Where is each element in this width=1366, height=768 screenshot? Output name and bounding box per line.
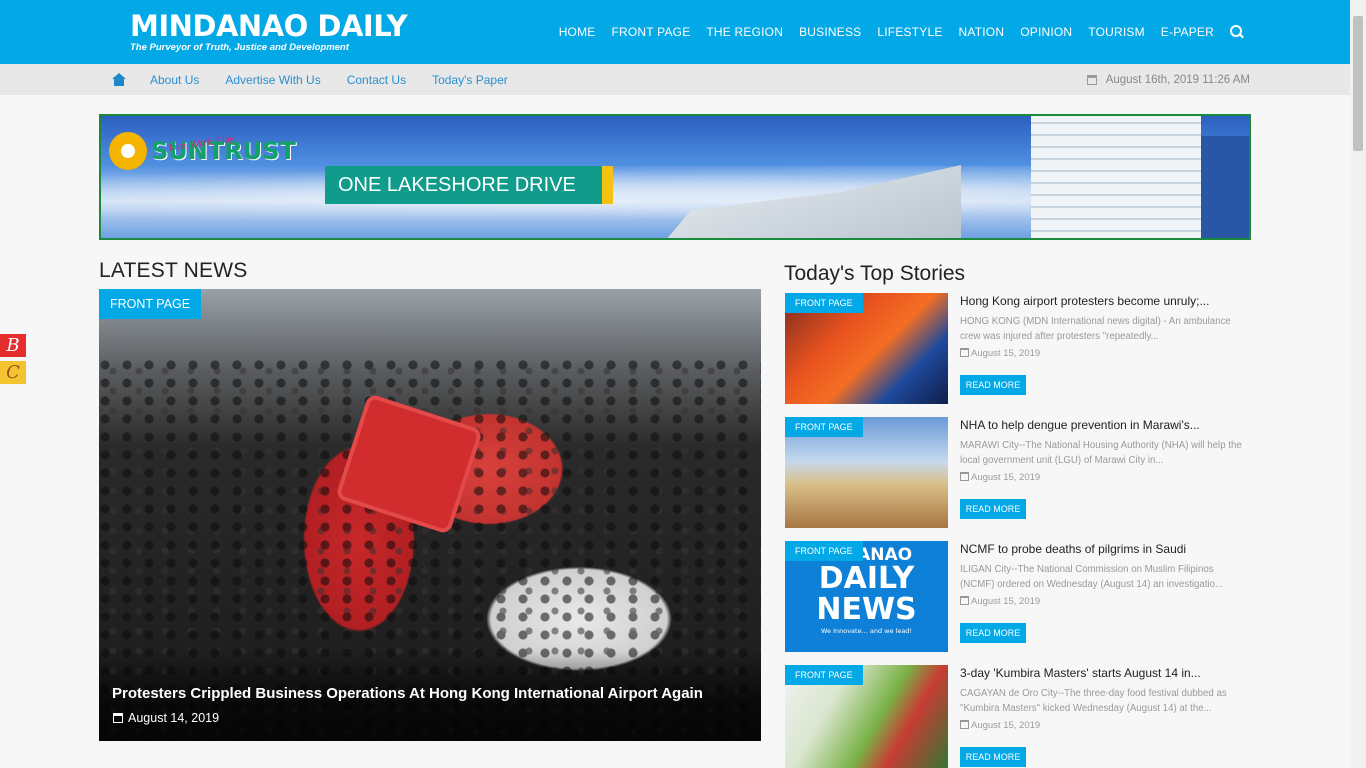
story-thumbnail[interactable]: DANAO DAILY NEWS We Innovate... and we l… (785, 541, 948, 652)
search-icon[interactable] (1230, 25, 1244, 39)
category-tag[interactable]: FRONT PAGE (785, 417, 863, 437)
site-logo[interactable]: MINDANAO DAILY The Purveyor of Truth, Ju… (130, 9, 408, 53)
logo-title: MINDANAO DAILY (130, 9, 408, 43)
datetime-text: August 16th, 2019 11:26 AM (1105, 73, 1250, 86)
calendar-icon (1086, 74, 1097, 85)
nav-opinion[interactable]: OPINION (1020, 25, 1072, 39)
ad-headline: ONE LAKESHORE DRIVE (325, 166, 613, 204)
story-date: August 15, 2019 (960, 720, 1040, 731)
site-header: MINDANAO DAILY The Purveyor of Truth, Ju… (0, 0, 1350, 64)
read-more-button[interactable]: READ MORE (960, 623, 1026, 643)
story-item: FRONT PAGE NHA to help dengue prevention… (785, 417, 1255, 529)
scrollbar-thumb[interactable] (1353, 16, 1363, 151)
story-title[interactable]: Hong Kong airport protesters become unru… (960, 294, 1250, 308)
read-more-button[interactable]: READ MORE (960, 499, 1026, 519)
logo-slogan: We Innovate... and we lead! (820, 627, 913, 635)
logo-text: NEWS (816, 592, 917, 627)
calendar-icon (960, 472, 969, 481)
story-excerpt: MARAWI City--The National Housing Author… (960, 440, 1242, 466)
story-title[interactable]: NHA to help dengue prevention in Marawi'… (960, 418, 1250, 432)
banner-tower-image (1031, 116, 1201, 238)
calendar-icon (960, 596, 969, 605)
link-todays-paper[interactable]: Today's Paper (432, 73, 508, 87)
story-date-text: August 15, 2019 (971, 472, 1041, 483)
category-tag[interactable]: FRONT PAGE (99, 289, 202, 319)
nav-nation[interactable]: NATION (959, 25, 1005, 39)
category-tag[interactable]: FRONT PAGE (785, 293, 863, 313)
category-tag[interactable]: FRONT PAGE (785, 541, 863, 561)
banner-tower-side (1201, 136, 1249, 238)
logo-text: DAILY (818, 561, 915, 596)
nav-front-page[interactable]: FRONT PAGE (612, 25, 691, 39)
story-date-text: August 15, 2019 (971, 348, 1041, 359)
nav-e-paper[interactable]: E-PAPER (1161, 25, 1214, 39)
sun-icon (109, 132, 147, 170)
featured-date-text: August 14, 2019 (128, 711, 220, 725)
logo-tagline: The Purveyor of Truth, Justice and Devel… (130, 42, 349, 53)
page-scrollbar[interactable] (1350, 0, 1366, 768)
current-datetime: August 16th, 2019 11:26 AM (1086, 64, 1250, 95)
top-stories-heading: Today's Top Stories (784, 262, 966, 285)
story-item: DANAO DAILY NEWS We Innovate... and we l… (785, 541, 1255, 653)
story-title[interactable]: NCMF to probe deaths of pilgrims in Saud… (960, 542, 1250, 556)
story-item: FRONT PAGE Hong Kong airport protesters … (785, 293, 1255, 405)
story-excerpt: ILIGAN City--The National Commission on … (960, 564, 1224, 590)
story-excerpt: CAGAYAN de Oro City--The three-day food … (960, 688, 1227, 714)
story-excerpt: HONG KONG (MDN International news digita… (960, 316, 1231, 342)
main-nav: HOME FRONT PAGE THE REGION BUSINESS LIFE… (543, 0, 1244, 64)
nav-the-region[interactable]: THE REGION (706, 25, 783, 39)
story-date: August 15, 2019 (960, 596, 1040, 607)
story-thumbnail[interactable]: FRONT PAGE (785, 417, 948, 528)
link-contact-us[interactable]: Contact Us (347, 73, 406, 87)
read-more-button[interactable]: READ MORE (960, 375, 1026, 395)
story-date: August 15, 2019 (960, 472, 1040, 483)
story-date-text: August 15, 2019 (971, 720, 1041, 731)
story-item: FRONT PAGE 3-day 'Kumbira Masters' start… (785, 665, 1255, 768)
side-badge-c[interactable]: C (0, 361, 26, 384)
featured-headline[interactable]: Protesters Crippled Business Operations … (112, 685, 703, 702)
read-more-button[interactable]: READ MORE (960, 747, 1026, 767)
featured-date: August 14, 2019 (113, 711, 219, 725)
side-badge-b[interactable]: B (0, 334, 26, 357)
nav-tourism[interactable]: TOURISM (1088, 25, 1145, 39)
nav-home[interactable]: HOME (559, 25, 596, 39)
calendar-icon (960, 348, 969, 357)
nav-lifestyle[interactable]: LIFESTYLE (877, 25, 942, 39)
story-thumbnail[interactable]: FRONT PAGE (785, 293, 948, 404)
secondary-nav: About Us Advertise With Us Contact Us To… (112, 64, 534, 95)
category-tag[interactable]: FRONT PAGE (785, 665, 863, 685)
story-title[interactable]: 3-day 'Kumbira Masters' starts August 14… (960, 666, 1250, 680)
suntrust-logo: SUNTRUST Live, Work, Play (109, 132, 296, 170)
banner-ad[interactable]: SUNTRUST Live, Work, Play ONE LAKESHORE … (99, 114, 1251, 240)
calendar-icon (960, 720, 969, 729)
story-date-text: August 15, 2019 (971, 596, 1041, 607)
secondary-nav-bar: About Us Advertise With Us Contact Us To… (0, 64, 1350, 95)
story-thumbnail[interactable]: FRONT PAGE (785, 665, 948, 768)
story-date: August 15, 2019 (960, 348, 1040, 359)
latest-news-heading: LATEST NEWS (99, 259, 248, 282)
home-icon[interactable] (112, 73, 126, 86)
link-about-us[interactable]: About Us (150, 73, 199, 87)
nav-business[interactable]: BUSINESS (799, 25, 861, 39)
featured-article[interactable]: FRONT PAGE Protesters Crippled Business … (99, 289, 761, 741)
link-advertise[interactable]: Advertise With Us (225, 73, 320, 87)
calendar-icon (113, 713, 123, 723)
